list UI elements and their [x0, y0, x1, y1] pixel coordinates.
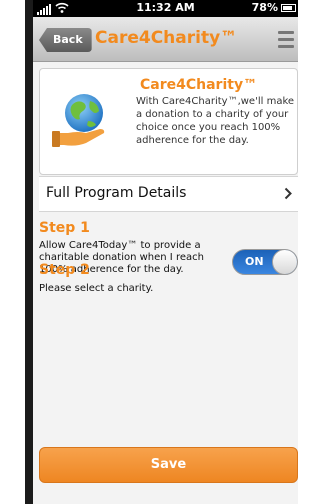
- details-label: Full Program Details: [46, 185, 187, 201]
- menu-icon[interactable]: [278, 31, 294, 48]
- status-bar: 11:32 AM 78%: [33, 0, 298, 17]
- card-description: With Care4Charity™,we'll make a donation…: [136, 96, 295, 146]
- device-frame: 11:32 AM 78% Back Care4Charity™ Care4Cha…: [0, 0, 298, 504]
- back-button[interactable]: Back: [39, 28, 92, 52]
- chevron-right-icon: [284, 187, 292, 200]
- step2-title: Step 2: [39, 262, 90, 278]
- full-program-details-row[interactable]: Full Program Details: [39, 176, 298, 212]
- device-bezel: [25, 0, 33, 504]
- globe-in-hand-icon: [52, 94, 105, 147]
- step1-title: Step 1: [39, 220, 90, 236]
- page-margin: [0, 0, 25, 504]
- donation-toggle[interactable]: ON: [232, 249, 298, 275]
- battery-percent: 78%: [251, 1, 278, 14]
- toggle-label: ON: [245, 255, 264, 268]
- save-button[interactable]: Save: [39, 447, 298, 483]
- card-title: Care4Charity™: [140, 77, 258, 93]
- info-card: Care4Charity™ With Care4Charity™,we'll m…: [39, 68, 298, 175]
- toggle-knob[interactable]: [272, 250, 297, 274]
- nav-bar: Back Care4Charity™: [33, 17, 298, 62]
- page-title: Care4Charity™: [95, 28, 238, 48]
- step2-text: Please select a charity.: [39, 283, 154, 294]
- app-screen: 11:32 AM 78% Back Care4Charity™ Care4Cha…: [33, 0, 298, 504]
- battery-icon: [281, 4, 296, 12]
